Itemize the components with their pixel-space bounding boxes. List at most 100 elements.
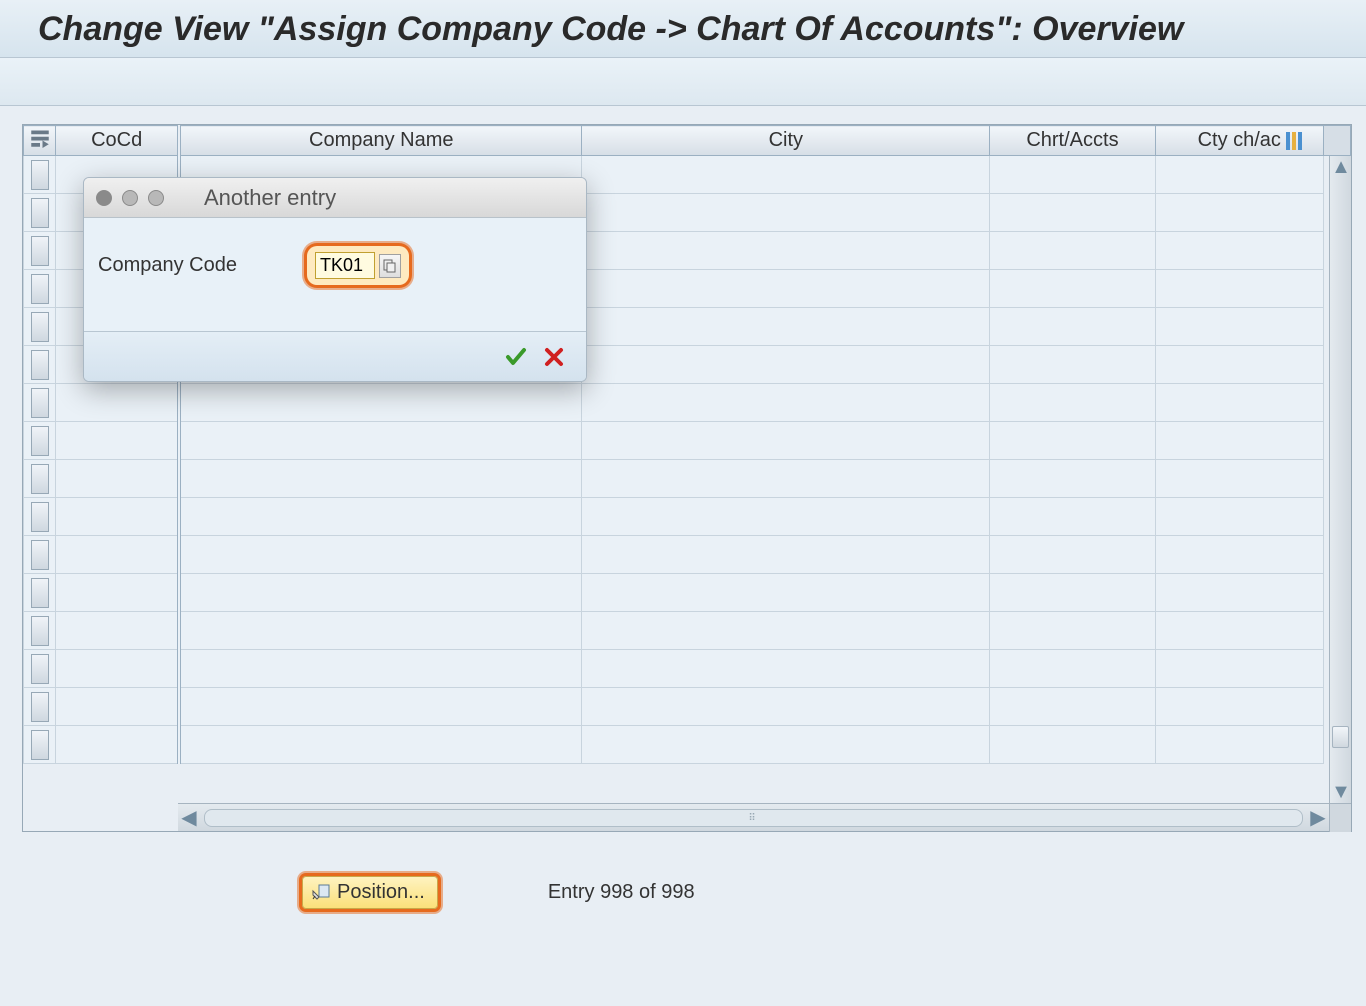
table-cell[interactable] — [179, 536, 582, 574]
table-cell[interactable] — [56, 422, 180, 460]
table-cell[interactable] — [582, 156, 990, 194]
table-cell[interactable] — [179, 612, 582, 650]
table-cell[interactable] — [179, 574, 582, 612]
hscroll-track[interactable]: ⠿ — [204, 809, 1303, 827]
select-all-corner[interactable] — [24, 126, 56, 156]
row-selector-handle[interactable] — [31, 540, 49, 570]
horizontal-scrollbar[interactable]: ◀ ⠿ ▶ — [178, 803, 1351, 831]
col-company-name[interactable]: Company Name — [179, 126, 582, 156]
table-cell[interactable] — [1155, 194, 1323, 232]
table-cell[interactable] — [582, 384, 990, 422]
row-selector[interactable] — [24, 346, 56, 384]
row-selector[interactable] — [24, 384, 56, 422]
zoom-window-icon[interactable] — [148, 190, 164, 206]
row-selector-handle[interactable] — [31, 426, 49, 456]
table-cell[interactable] — [582, 612, 990, 650]
table-cell[interactable] — [56, 612, 180, 650]
table-cell[interactable] — [1155, 232, 1323, 270]
table-cell[interactable] — [582, 650, 990, 688]
table-row[interactable] — [24, 422, 1351, 460]
row-selector-handle[interactable] — [31, 388, 49, 418]
table-cell[interactable] — [990, 498, 1156, 536]
scroll-down-icon[interactable]: ▼ — [1330, 781, 1352, 803]
row-selector[interactable] — [24, 650, 56, 688]
col-cty-ch-ac[interactable]: Cty ch/ac — [1155, 126, 1323, 156]
table-cell[interactable] — [1155, 460, 1323, 498]
table-cell[interactable] — [990, 536, 1156, 574]
table-cell[interactable] — [990, 726, 1156, 764]
table-cell[interactable] — [1155, 156, 1323, 194]
table-cell[interactable] — [56, 498, 180, 536]
table-cell[interactable] — [582, 232, 990, 270]
table-cell[interactable] — [990, 574, 1156, 612]
table-cell[interactable] — [56, 574, 180, 612]
table-cell[interactable] — [582, 308, 990, 346]
row-selector-handle[interactable] — [31, 350, 49, 380]
table-cell[interactable] — [990, 384, 1156, 422]
table-cell[interactable] — [1155, 270, 1323, 308]
table-cell[interactable] — [1155, 498, 1323, 536]
table-cell[interactable] — [990, 650, 1156, 688]
table-cell[interactable] — [56, 726, 180, 764]
table-cell[interactable] — [990, 156, 1156, 194]
table-cell[interactable] — [582, 422, 990, 460]
table-cell[interactable] — [56, 460, 180, 498]
position-button[interactable]: Position... — [302, 876, 438, 909]
table-cell[interactable] — [582, 460, 990, 498]
row-selector[interactable] — [24, 498, 56, 536]
scroll-right-icon[interactable]: ▶ — [1307, 807, 1329, 829]
cancel-button[interactable] — [540, 343, 568, 371]
table-cell[interactable] — [582, 536, 990, 574]
table-row[interactable] — [24, 726, 1351, 764]
row-selector-handle[interactable] — [31, 692, 49, 722]
table-cell[interactable] — [1155, 536, 1323, 574]
row-selector[interactable] — [24, 422, 56, 460]
table-cell[interactable] — [1155, 384, 1323, 422]
col-city[interactable]: City — [582, 126, 990, 156]
table-cell[interactable] — [1155, 650, 1323, 688]
row-selector-handle[interactable] — [31, 578, 49, 608]
table-row[interactable] — [24, 498, 1351, 536]
row-selector[interactable] — [24, 612, 56, 650]
table-cell[interactable] — [582, 688, 990, 726]
table-cell[interactable] — [179, 498, 582, 536]
vertical-scrollbar[interactable]: ▲ ▼ — [1329, 156, 1351, 803]
row-selector-handle[interactable] — [31, 730, 49, 760]
row-selector[interactable] — [24, 726, 56, 764]
row-selector-handle[interactable] — [31, 464, 49, 494]
company-code-input[interactable] — [315, 252, 375, 279]
table-cell[interactable] — [990, 422, 1156, 460]
table-cell[interactable] — [1155, 688, 1323, 726]
table-cell[interactable] — [990, 308, 1156, 346]
table-cell[interactable] — [582, 726, 990, 764]
row-selector[interactable] — [24, 460, 56, 498]
table-row[interactable] — [24, 460, 1351, 498]
row-selector-handle[interactable] — [31, 198, 49, 228]
table-cell[interactable] — [56, 536, 180, 574]
table-settings-icon[interactable] — [1285, 130, 1303, 152]
col-chrt-accts[interactable]: Chrt/Accts — [990, 126, 1156, 156]
row-selector-handle[interactable] — [31, 654, 49, 684]
table-cell[interactable] — [990, 232, 1156, 270]
vscroll-thumb[interactable] — [1332, 726, 1349, 748]
table-cell[interactable] — [56, 650, 180, 688]
table-cell[interactable] — [582, 574, 990, 612]
table-row[interactable] — [24, 688, 1351, 726]
row-selector[interactable] — [24, 688, 56, 726]
table-cell[interactable] — [179, 422, 582, 460]
table-cell[interactable] — [582, 346, 990, 384]
table-row[interactable] — [24, 384, 1351, 422]
table-cell[interactable] — [179, 650, 582, 688]
table-row[interactable] — [24, 612, 1351, 650]
close-window-icon[interactable] — [96, 190, 112, 206]
table-cell[interactable] — [990, 346, 1156, 384]
row-selector[interactable] — [24, 308, 56, 346]
table-cell[interactable] — [56, 384, 180, 422]
row-selector[interactable] — [24, 156, 56, 194]
table-cell[interactable] — [582, 194, 990, 232]
table-cell[interactable] — [582, 270, 990, 308]
table-cell[interactable] — [179, 384, 582, 422]
row-selector[interactable] — [24, 574, 56, 612]
value-help-button[interactable] — [379, 254, 401, 278]
table-cell[interactable] — [1155, 574, 1323, 612]
